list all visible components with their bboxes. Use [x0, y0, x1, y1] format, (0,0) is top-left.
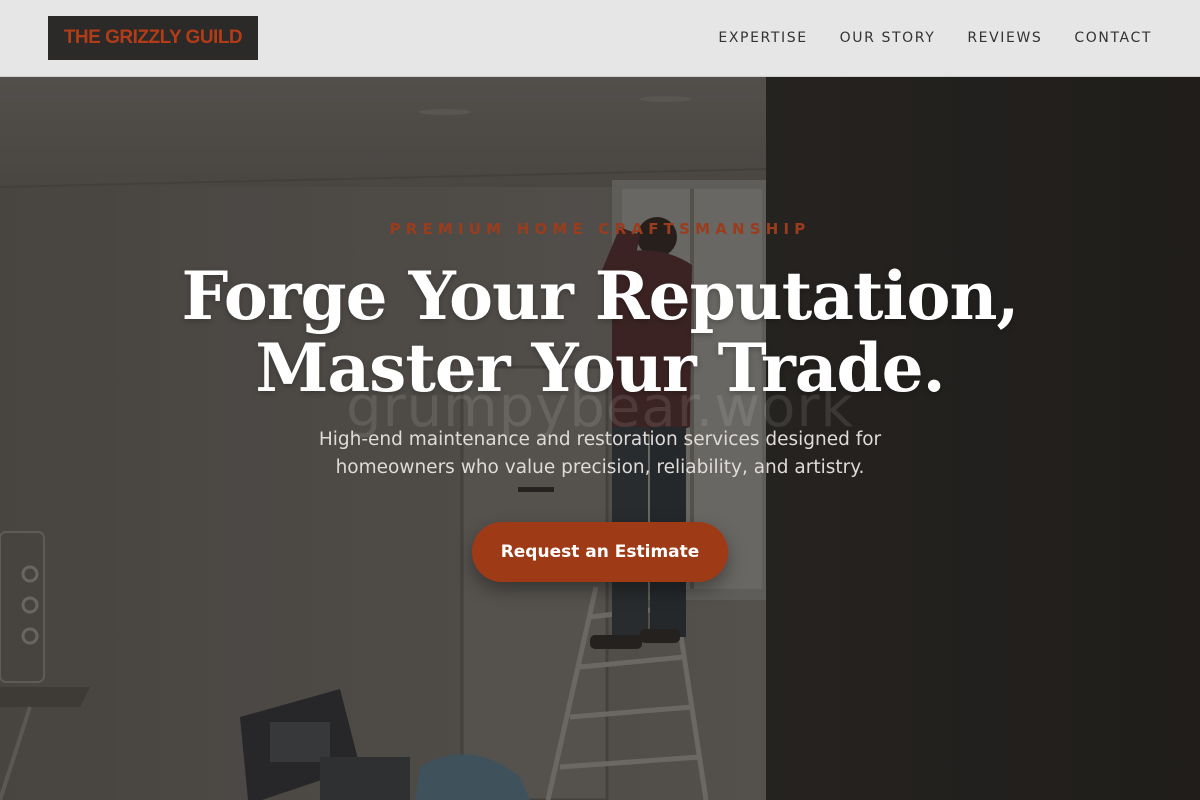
hero-section: PREMIUM HOME CRAFTSMANSHIP Forge Your Re…	[0, 77, 1200, 800]
headline-line-1: Forge Your Reputation,	[181, 257, 1019, 335]
hero-subhead: High-end maintenance and restoration ser…	[318, 429, 882, 478]
hero-eyebrow: PREMIUM HOME CRAFTSMANSHIP	[389, 220, 811, 238]
main-nav: EXPERTISE OUR STORY REVIEWS CONTACT	[718, 0, 1152, 76]
hero-content: PREMIUM HOME CRAFTSMANSHIP Forge Your Re…	[0, 77, 1200, 800]
logo[interactable]: THE GRIZZLY GUILD	[48, 16, 258, 60]
nav-link-contact[interactable]: CONTACT	[1074, 30, 1152, 46]
request-estimate-button[interactable]: Request an Estimate	[472, 522, 728, 582]
site-header: THE GRIZZLY GUILD EXPERTISE OUR STORY RE…	[0, 0, 1200, 77]
nav-link-reviews[interactable]: REVIEWS	[967, 30, 1042, 46]
nav-link-our-story[interactable]: OUR STORY	[840, 30, 936, 46]
nav-link-expertise[interactable]: EXPERTISE	[718, 30, 807, 46]
